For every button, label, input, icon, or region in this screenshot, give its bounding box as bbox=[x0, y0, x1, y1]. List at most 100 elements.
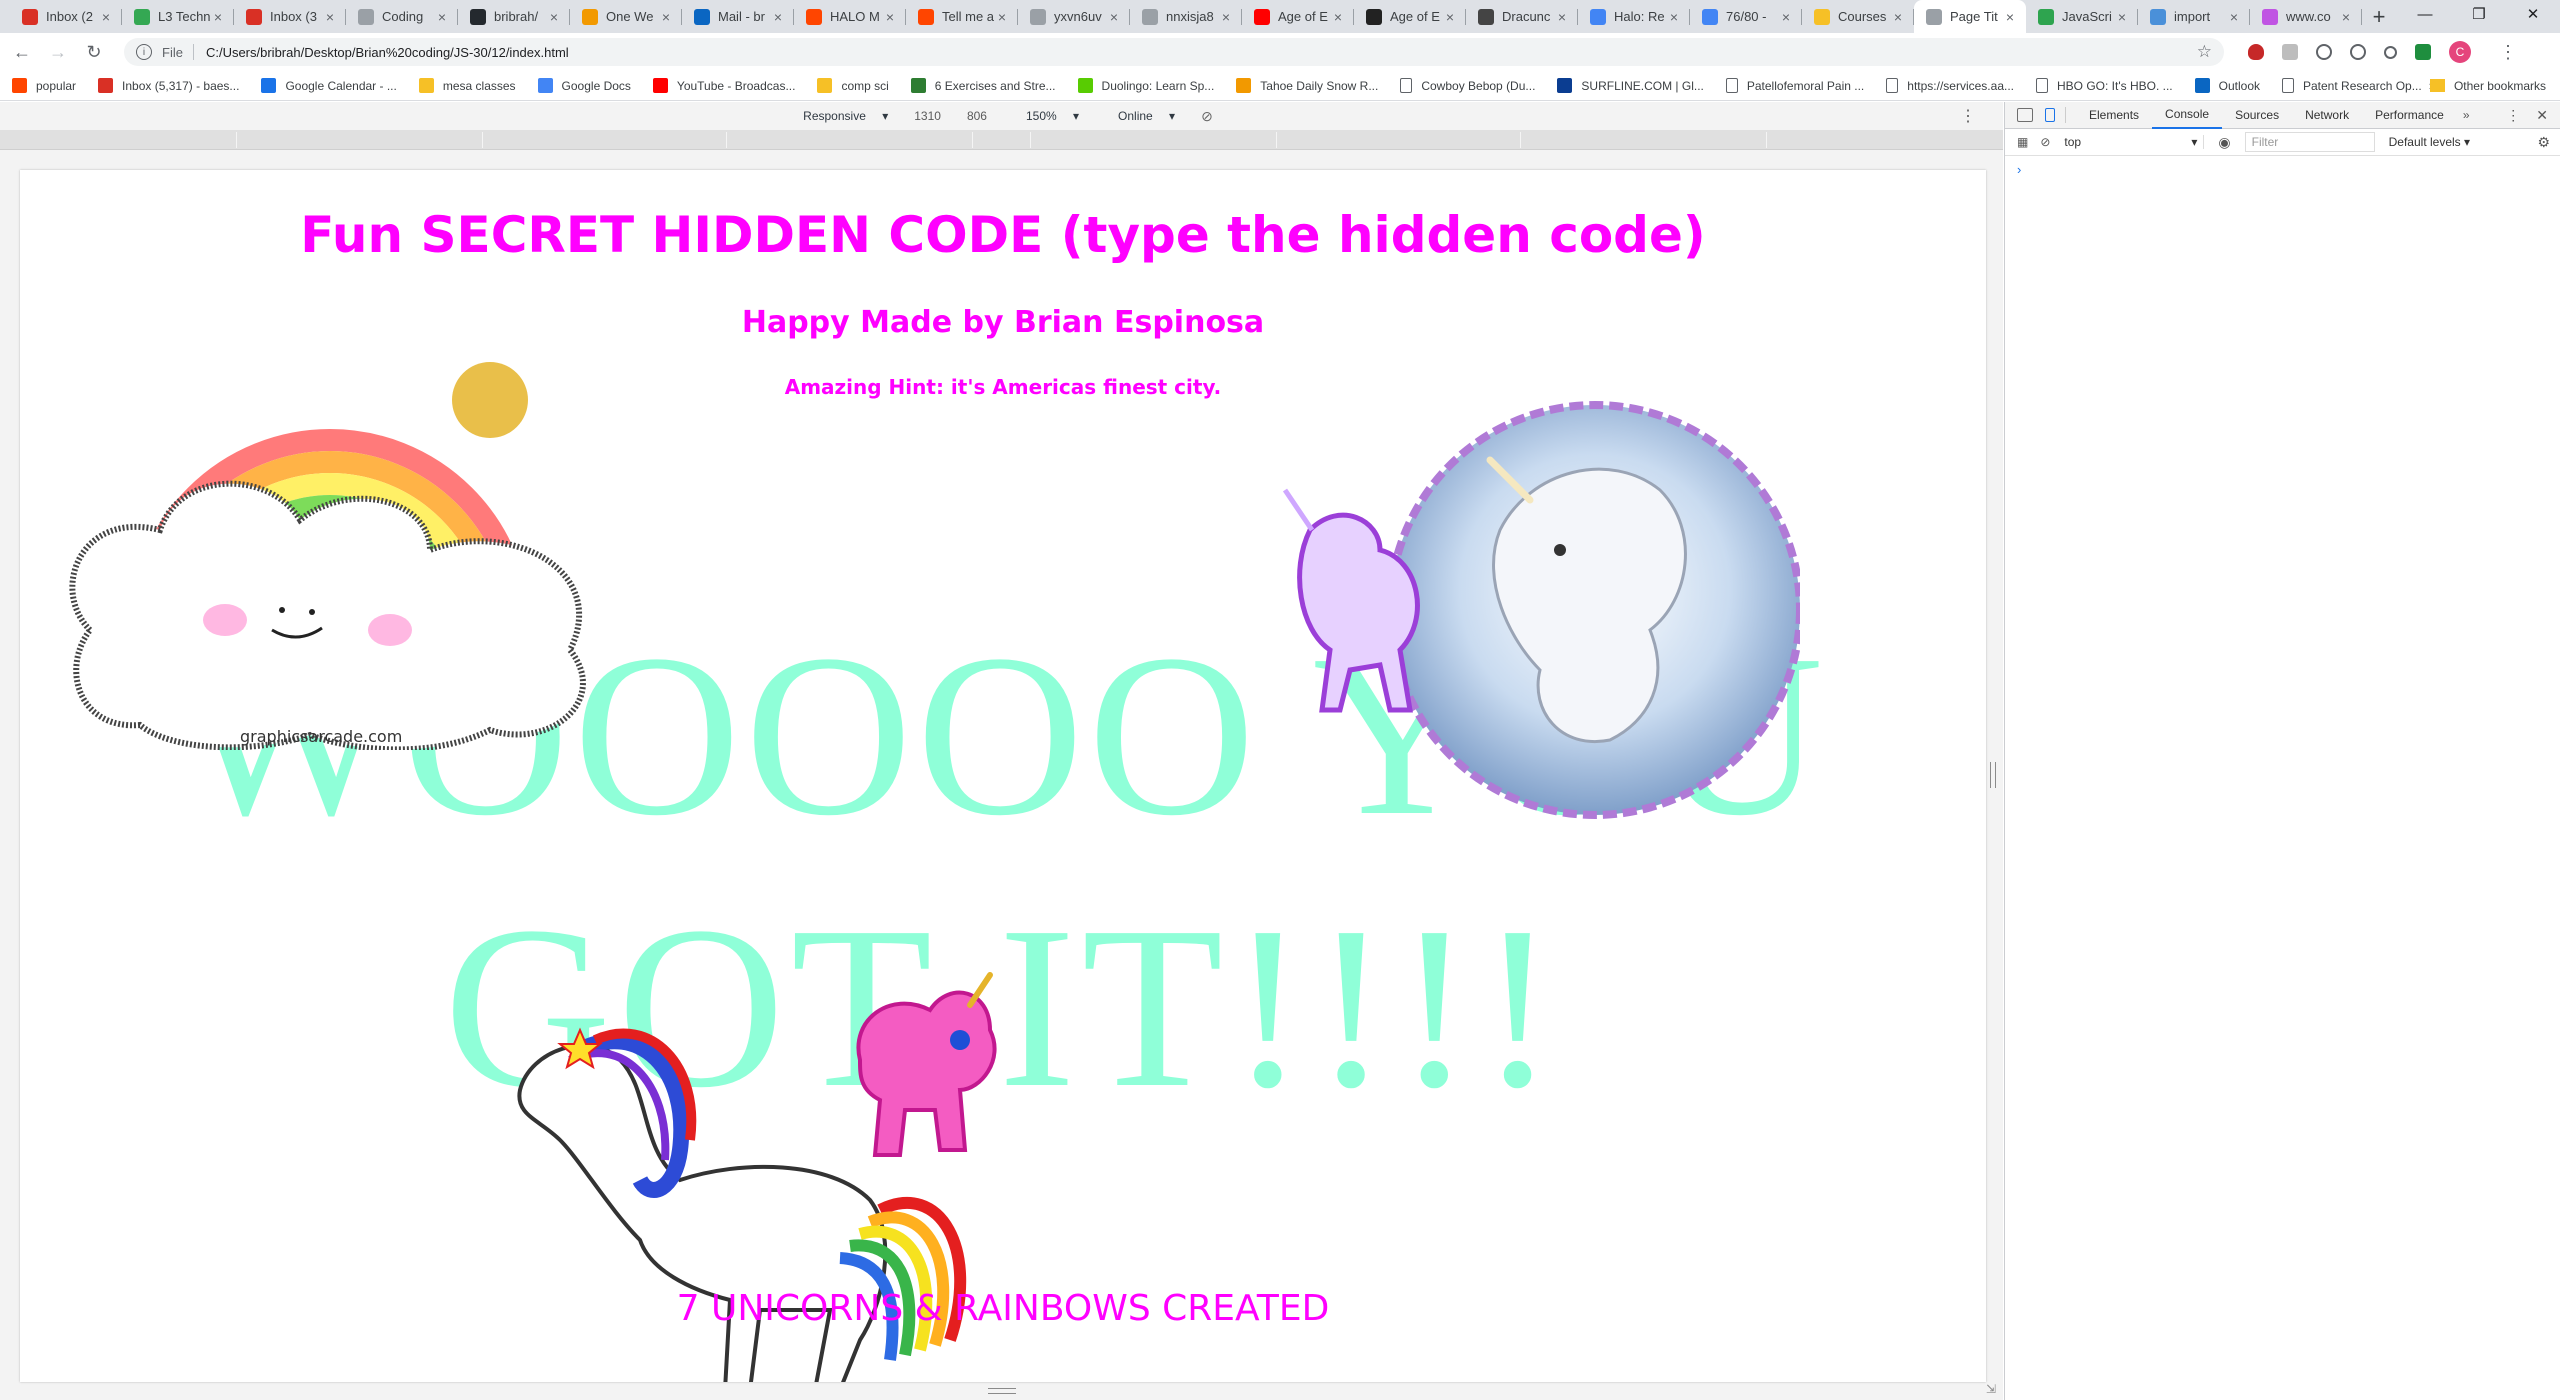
browser-tab[interactable]: L3 Techn × bbox=[122, 0, 234, 33]
browser-tab[interactable]: bribrah/ × bbox=[458, 0, 570, 33]
resize-handle-right[interactable] bbox=[1990, 762, 1996, 788]
bookmark-item[interactable]: comp sci bbox=[817, 78, 889, 93]
browser-tab[interactable]: Halo: Re × bbox=[1578, 0, 1690, 33]
tab-close-icon[interactable]: × bbox=[770, 9, 786, 25]
bookmark-item[interactable]: Patellofemoral Pain ... bbox=[1725, 78, 1864, 93]
browser-tab[interactable]: import × bbox=[2138, 0, 2250, 33]
reload-icon[interactable]: ↻ bbox=[80, 38, 108, 66]
device-options-icon[interactable]: ⋮ bbox=[1960, 106, 1976, 126]
bookmark-item[interactable]: https://services.aa... bbox=[1886, 78, 2014, 93]
tab-close-icon[interactable]: × bbox=[658, 9, 674, 25]
clear-console-icon[interactable]: ⊘ bbox=[2040, 135, 2050, 149]
devtools-tab[interactable]: Elements bbox=[2076, 102, 2152, 129]
bookmark-item[interactable]: popular bbox=[12, 78, 76, 93]
forward-icon[interactable]: → bbox=[44, 38, 72, 66]
devtools-close-icon[interactable]: ✕ bbox=[2536, 107, 2548, 124]
browser-tab[interactable]: Page Tit × bbox=[1914, 0, 2026, 33]
context-select[interactable]: top ▾ bbox=[2064, 135, 2205, 149]
bookmark-item[interactable]: Tahoe Daily Snow R... bbox=[1236, 78, 1378, 93]
search-extension-icon[interactable] bbox=[2384, 45, 2397, 59]
zoom-select[interactable]: 150% ▾ bbox=[1013, 109, 1079, 123]
tab-close-icon[interactable]: × bbox=[994, 9, 1010, 25]
tab-close-icon[interactable]: × bbox=[1218, 9, 1234, 25]
console-sidebar-icon[interactable]: ▦ bbox=[2017, 135, 2028, 149]
browser-tab[interactable]: www.co × bbox=[2250, 0, 2362, 33]
device-toggle-icon[interactable] bbox=[2045, 108, 2055, 122]
browser-tab[interactable]: yxvn6uv × bbox=[1018, 0, 1130, 33]
tab-close-icon[interactable]: × bbox=[1778, 9, 1794, 25]
bookmark-item[interactable]: YouTube - Broadcas... bbox=[652, 78, 795, 93]
bookmark-item[interactable]: Inbox (5,317) - baes... bbox=[98, 78, 239, 93]
browser-tab[interactable]: One We × bbox=[570, 0, 682, 33]
devtools-menu-icon[interactable]: ⋮ bbox=[2506, 107, 2520, 124]
media-query-ruler[interactable] bbox=[0, 130, 2003, 150]
close-window-icon[interactable]: ✕ bbox=[2506, 0, 2560, 28]
tab-close-icon[interactable]: × bbox=[2002, 9, 2018, 25]
tab-close-icon[interactable]: × bbox=[546, 9, 562, 25]
tab-close-icon[interactable]: × bbox=[1442, 9, 1458, 25]
resize-handle-corner[interactable]: ⇲ bbox=[1986, 1382, 1996, 1396]
bookmark-item[interactable]: Google Docs bbox=[537, 78, 631, 93]
network-throttle-select[interactable]: Online ▾ bbox=[1105, 109, 1175, 123]
browser-tab[interactable]: Courses × bbox=[1802, 0, 1914, 33]
live-expression-eye-icon[interactable]: ◉ bbox=[2218, 134, 2230, 151]
device-height-input[interactable]: 806 bbox=[967, 109, 987, 123]
inspect-element-icon[interactable] bbox=[2017, 108, 2033, 122]
tab-close-icon[interactable]: × bbox=[1666, 9, 1682, 25]
device-mode-select[interactable]: Responsive ▾ bbox=[790, 109, 888, 123]
address-url[interactable]: C:/Users/bribrah/Desktop/Brian%20coding/… bbox=[206, 45, 569, 60]
other-bookmarks[interactable]: Other bookmarks bbox=[2429, 79, 2546, 93]
browser-tab[interactable]: HALO M × bbox=[794, 0, 906, 33]
tab-close-icon[interactable]: × bbox=[98, 9, 114, 25]
browser-tab[interactable]: nnxisja8 × bbox=[1130, 0, 1242, 33]
browser-tab[interactable]: Inbox (3 × bbox=[234, 0, 346, 33]
profile-avatar[interactable]: C bbox=[2449, 41, 2471, 63]
tab-close-icon[interactable]: × bbox=[434, 9, 450, 25]
tab-close-icon[interactable]: × bbox=[210, 9, 226, 25]
device-width-input[interactable]: 1310 bbox=[914, 109, 941, 123]
devtools-tab[interactable]: Console bbox=[2152, 102, 2223, 129]
tab-close-icon[interactable]: × bbox=[2338, 9, 2354, 25]
tab-close-icon[interactable]: × bbox=[1330, 9, 1346, 25]
devtools-tab[interactable]: Performance bbox=[2362, 102, 2457, 129]
console-prompt[interactable]: › bbox=[2017, 162, 2560, 177]
tab-close-icon[interactable]: × bbox=[1554, 9, 1570, 25]
log-levels-select[interactable]: Default levels ▾ bbox=[2389, 135, 2470, 149]
back-icon[interactable]: ← bbox=[8, 38, 36, 66]
gray-extension-icon[interactable] bbox=[2282, 44, 2298, 60]
green-extension-icon[interactable] bbox=[2415, 44, 2431, 60]
browser-tab[interactable]: Mail - br × bbox=[682, 0, 794, 33]
info-icon[interactable]: i bbox=[136, 44, 152, 60]
tab-close-icon[interactable]: × bbox=[2114, 9, 2130, 25]
new-tab-button[interactable]: + bbox=[2362, 0, 2396, 33]
bookmark-item[interactable]: HBO GO: It's HBO. ... bbox=[2036, 78, 2173, 93]
tab-close-icon[interactable]: × bbox=[1890, 9, 1906, 25]
resize-handle-bottom[interactable] bbox=[988, 1388, 1016, 1394]
minimize-icon[interactable]: — bbox=[2398, 0, 2452, 28]
check-extension-icon[interactable] bbox=[2350, 44, 2366, 60]
console-filter-input[interactable]: Filter bbox=[2244, 132, 2375, 152]
browser-tab[interactable]: JavaScri × bbox=[2026, 0, 2138, 33]
bookmark-item[interactable]: Outlook bbox=[2194, 78, 2260, 93]
more-tabs-icon[interactable]: » bbox=[2463, 108, 2470, 122]
console-settings-gear-icon[interactable]: ⚙ bbox=[2537, 134, 2550, 151]
bookmark-item[interactable]: SURFLINE.COM | Gl... bbox=[1557, 78, 1704, 93]
tab-close-icon[interactable]: × bbox=[2226, 9, 2242, 25]
bookmark-star-icon[interactable]: ☆ bbox=[2197, 42, 2212, 62]
rotate-icon[interactable]: ⊘ bbox=[1201, 108, 1213, 125]
tab-close-icon[interactable]: × bbox=[1106, 9, 1122, 25]
browser-tab[interactable]: 76/80 - × bbox=[1690, 0, 1802, 33]
restore-icon[interactable]: ❐ bbox=[2452, 0, 2506, 28]
bookmark-item[interactable]: mesa classes bbox=[418, 78, 516, 93]
devtools-tab[interactable]: Sources bbox=[2222, 102, 2292, 129]
bookmark-item[interactable]: 6 Exercises and Stre... bbox=[910, 78, 1056, 93]
browser-menu-icon[interactable]: ⋮ bbox=[2499, 42, 2517, 63]
browser-tab[interactable]: Coding × bbox=[346, 0, 458, 33]
browser-tab[interactable]: Inbox (2 × bbox=[10, 0, 122, 33]
devtools-tab[interactable]: Network bbox=[2292, 102, 2362, 129]
bookmark-item[interactable]: Google Calendar - ... bbox=[261, 78, 397, 93]
recycle-extension-icon[interactable] bbox=[2316, 44, 2332, 60]
bookmark-item[interactable]: Cowboy Bebop (Du... bbox=[1400, 78, 1535, 93]
browser-tab[interactable]: Age of E × bbox=[1354, 0, 1466, 33]
browser-tab[interactable]: Age of E × bbox=[1242, 0, 1354, 33]
